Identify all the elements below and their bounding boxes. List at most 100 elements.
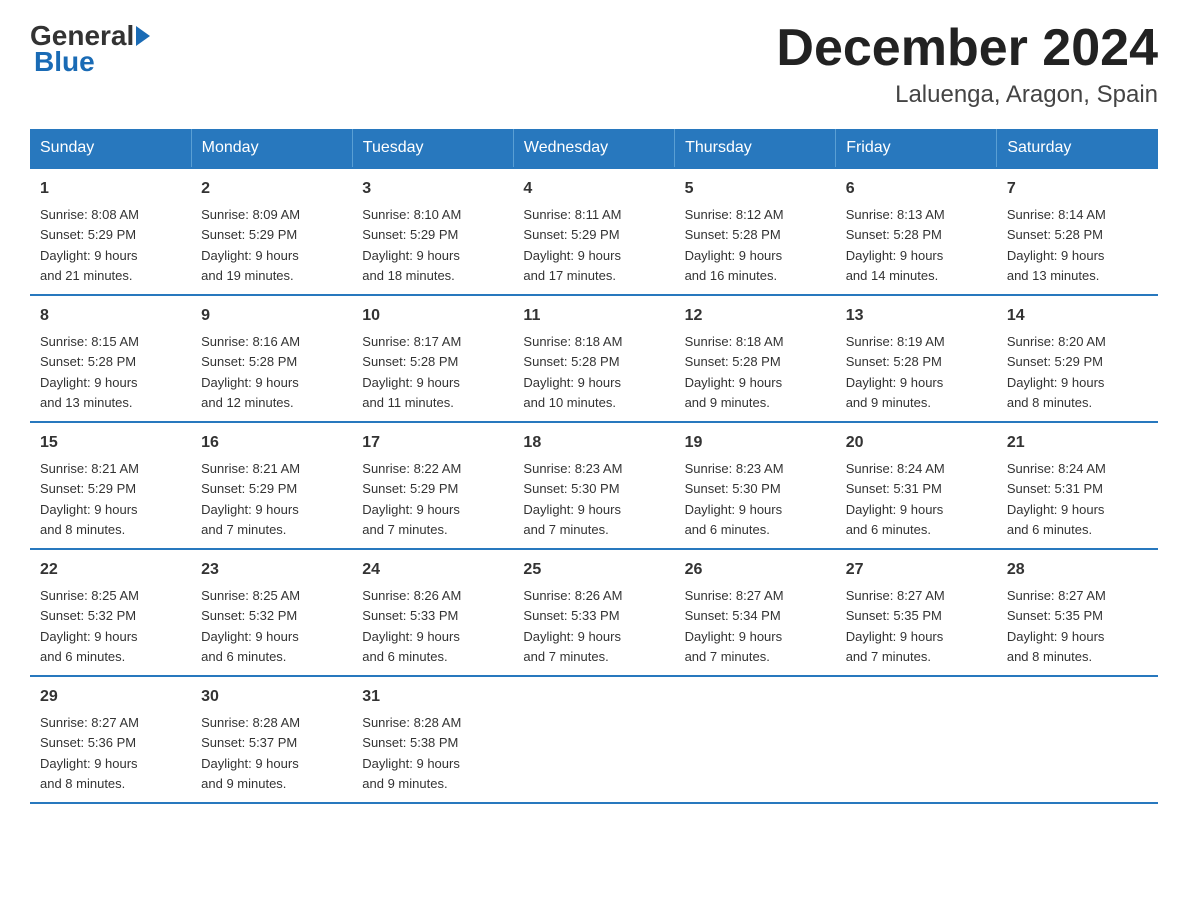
calendar-cell: 5 Sunrise: 8:12 AMSunset: 5:28 PMDaylight… (675, 168, 836, 295)
day-info: Sunrise: 8:19 AMSunset: 5:28 PMDaylight:… (846, 334, 945, 410)
calendar-cell (836, 676, 997, 803)
day-number: 17 (362, 431, 503, 455)
day-info: Sunrise: 8:28 AMSunset: 5:37 PMDaylight:… (201, 715, 300, 791)
calendar-cell: 21Sunrise: 8:24 AMSunset: 5:31 PMDayligh… (997, 422, 1158, 549)
calendar-cell: 25Sunrise: 8:26 AMSunset: 5:33 PMDayligh… (513, 549, 674, 676)
calendar-cell: 16 Sunrise: 8:21 AMSunset: 5:29 PMDayligh… (191, 422, 352, 549)
calendar-cell: 27Sunrise: 8:27 AMSunset: 5:35 PMDayligh… (836, 549, 997, 676)
day-info: Sunrise: 8:15 AMSunset: 5:28 PMDaylight:… (40, 334, 139, 410)
day-number: 29 (40, 685, 181, 709)
calendar-cell: 6 Sunrise: 8:13 AMSunset: 5:28 PMDaylight… (836, 168, 997, 295)
calendar-cell (997, 676, 1158, 803)
day-number: 28 (1007, 558, 1148, 582)
calendar-cell: 9 Sunrise: 8:16 AMSunset: 5:28 PMDaylight… (191, 295, 352, 422)
day-info: Sunrise: 8:08 AMSunset: 5:29 PMDaylight:… (40, 207, 139, 283)
page-header: General Blue December 2024 Laluenga, Ara… (30, 20, 1158, 109)
day-info: Sunrise: 8:27 AMSunset: 5:35 PMDaylight:… (1007, 588, 1106, 664)
header-wednesday: Wednesday (513, 129, 674, 168)
calendar-week-row: 8 Sunrise: 8:15 AMSunset: 5:28 PMDaylight… (30, 295, 1158, 422)
calendar-cell: 10Sunrise: 8:17 AMSunset: 5:28 PMDayligh… (352, 295, 513, 422)
day-number: 12 (685, 304, 826, 328)
day-number: 30 (201, 685, 342, 709)
day-number: 8 (40, 304, 181, 328)
month-title: December 2024 (776, 20, 1158, 77)
day-info: Sunrise: 8:17 AMSunset: 5:28 PMDaylight:… (362, 334, 461, 410)
calendar-cell: 4 Sunrise: 8:11 AMSunset: 5:29 PMDaylight… (513, 168, 674, 295)
calendar-week-row: 29 Sunrise: 8:27 AMSunset: 5:36 PMDayligh… (30, 676, 1158, 803)
day-number: 31 (362, 685, 503, 709)
day-info: Sunrise: 8:09 AMSunset: 5:29 PMDaylight:… (201, 207, 300, 283)
day-info: Sunrise: 8:27 AMSunset: 5:36 PMDaylight:… (40, 715, 139, 791)
calendar-cell (513, 676, 674, 803)
calendar-cell: 3 Sunrise: 8:10 AMSunset: 5:29 PMDaylight… (352, 168, 513, 295)
calendar-cell: 13 Sunrise: 8:19 AMSunset: 5:28 PMDayligh… (836, 295, 997, 422)
calendar-cell: 17 Sunrise: 8:22 AMSunset: 5:29 PMDayligh… (352, 422, 513, 549)
day-info: Sunrise: 8:16 AMSunset: 5:28 PMDaylight:… (201, 334, 300, 410)
calendar-cell: 8 Sunrise: 8:15 AMSunset: 5:28 PMDaylight… (30, 295, 191, 422)
calendar-cell: 23 Sunrise: 8:25 AMSunset: 5:32 PMDayligh… (191, 549, 352, 676)
day-number: 4 (523, 177, 664, 201)
day-number: 5 (685, 177, 826, 201)
logo-blue-text: Blue (30, 46, 95, 78)
day-info: Sunrise: 8:28 AMSunset: 5:38 PMDaylight:… (362, 715, 461, 791)
day-number: 2 (201, 177, 342, 201)
day-info: Sunrise: 8:20 AMSunset: 5:29 PMDaylight:… (1007, 334, 1106, 410)
calendar-cell: 30 Sunrise: 8:28 AMSunset: 5:37 PMDayligh… (191, 676, 352, 803)
calendar-cell (675, 676, 836, 803)
calendar-cell: 26Sunrise: 8:27 AMSunset: 5:34 PMDayligh… (675, 549, 836, 676)
calendar-cell: 15Sunrise: 8:21 AMSunset: 5:29 PMDayligh… (30, 422, 191, 549)
calendar-cell: 7Sunrise: 8:14 AMSunset: 5:28 PMDaylight… (997, 168, 1158, 295)
calendar-week-row: 15Sunrise: 8:21 AMSunset: 5:29 PMDayligh… (30, 422, 1158, 549)
calendar-cell: 31 Sunrise: 8:28 AMSunset: 5:38 PMDayligh… (352, 676, 513, 803)
day-number: 9 (201, 304, 342, 328)
day-number: 1 (40, 177, 181, 201)
day-number: 18 (523, 431, 664, 455)
day-number: 21 (1007, 431, 1148, 455)
title-block: December 2024 Laluenga, Aragon, Spain (776, 20, 1158, 109)
day-number: 20 (846, 431, 987, 455)
header-saturday: Saturday (997, 129, 1158, 168)
day-info: Sunrise: 8:10 AMSunset: 5:29 PMDaylight:… (362, 207, 461, 283)
calendar-cell: 19Sunrise: 8:23 AMSunset: 5:30 PMDayligh… (675, 422, 836, 549)
day-number: 23 (201, 558, 342, 582)
day-info: Sunrise: 8:25 AMSunset: 5:32 PMDaylight:… (40, 588, 139, 664)
calendar-week-row: 1 Sunrise: 8:08 AMSunset: 5:29 PMDaylight… (30, 168, 1158, 295)
header-tuesday: Tuesday (352, 129, 513, 168)
calendar-cell: 14Sunrise: 8:20 AMSunset: 5:29 PMDayligh… (997, 295, 1158, 422)
day-number: 24 (362, 558, 503, 582)
day-info: Sunrise: 8:22 AMSunset: 5:29 PMDaylight:… (362, 461, 461, 537)
calendar-cell: 22Sunrise: 8:25 AMSunset: 5:32 PMDayligh… (30, 549, 191, 676)
day-info: Sunrise: 8:13 AMSunset: 5:28 PMDaylight:… (846, 207, 945, 283)
day-number: 3 (362, 177, 503, 201)
location-label: Laluenga, Aragon, Spain (776, 81, 1158, 109)
header-thursday: Thursday (675, 129, 836, 168)
header-monday: Monday (191, 129, 352, 168)
day-info: Sunrise: 8:18 AMSunset: 5:28 PMDaylight:… (523, 334, 622, 410)
calendar-cell: 11 Sunrise: 8:18 AMSunset: 5:28 PMDayligh… (513, 295, 674, 422)
day-number: 16 (201, 431, 342, 455)
day-info: Sunrise: 8:12 AMSunset: 5:28 PMDaylight:… (685, 207, 784, 283)
calendar-cell: 18 Sunrise: 8:23 AMSunset: 5:30 PMDayligh… (513, 422, 674, 549)
day-info: Sunrise: 8:23 AMSunset: 5:30 PMDaylight:… (685, 461, 784, 537)
day-number: 11 (523, 304, 664, 328)
calendar-cell: 24Sunrise: 8:26 AMSunset: 5:33 PMDayligh… (352, 549, 513, 676)
calendar-cell: 12 Sunrise: 8:18 AMSunset: 5:28 PMDayligh… (675, 295, 836, 422)
day-info: Sunrise: 8:26 AMSunset: 5:33 PMDaylight:… (523, 588, 622, 664)
logo-arrow-icon (136, 26, 150, 46)
day-number: 7 (1007, 177, 1148, 201)
day-info: Sunrise: 8:21 AMSunset: 5:29 PMDaylight:… (201, 461, 300, 537)
calendar-cell: 28 Sunrise: 8:27 AMSunset: 5:35 PMDayligh… (997, 549, 1158, 676)
calendar-table: SundayMondayTuesdayWednesdayThursdayFrid… (30, 129, 1158, 804)
header-sunday: Sunday (30, 129, 191, 168)
day-number: 13 (846, 304, 987, 328)
day-info: Sunrise: 8:27 AMSunset: 5:34 PMDaylight:… (685, 588, 784, 664)
calendar-week-row: 22Sunrise: 8:25 AMSunset: 5:32 PMDayligh… (30, 549, 1158, 676)
calendar-cell: 29 Sunrise: 8:27 AMSunset: 5:36 PMDayligh… (30, 676, 191, 803)
day-info: Sunrise: 8:18 AMSunset: 5:28 PMDaylight:… (685, 334, 784, 410)
calendar-header-row: SundayMondayTuesdayWednesdayThursdayFrid… (30, 129, 1158, 168)
day-info: Sunrise: 8:11 AMSunset: 5:29 PMDaylight:… (523, 207, 621, 283)
logo: General Blue (30, 20, 152, 78)
day-number: 6 (846, 177, 987, 201)
day-info: Sunrise: 8:25 AMSunset: 5:32 PMDaylight:… (201, 588, 300, 664)
day-info: Sunrise: 8:23 AMSunset: 5:30 PMDaylight:… (523, 461, 622, 537)
